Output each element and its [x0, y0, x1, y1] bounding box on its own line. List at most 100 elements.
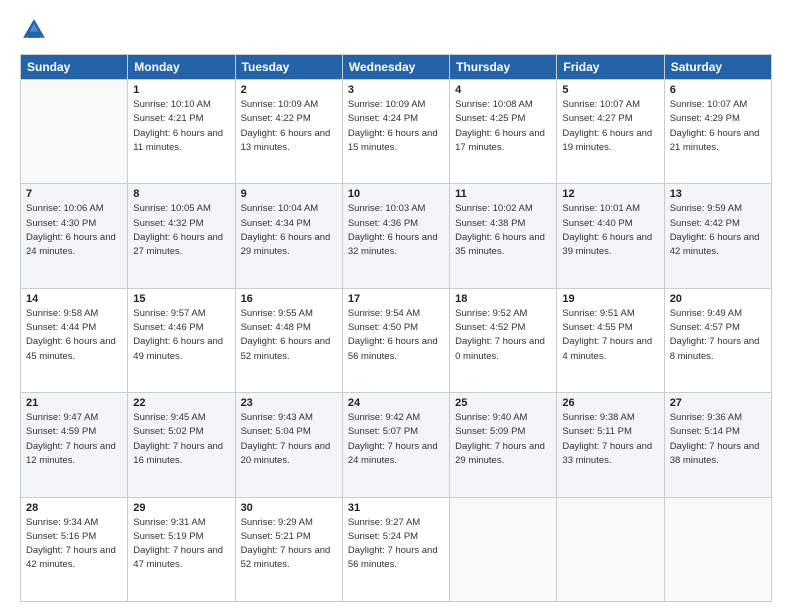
day-number: 15 — [133, 293, 229, 305]
day-info: Sunrise: 10:09 AMSunset: 4:24 PMDaylight… — [348, 98, 444, 155]
day-number: 17 — [348, 293, 444, 305]
calendar-cell: 10 Sunrise: 10:03 AMSunset: 4:36 PMDaylig… — [342, 184, 449, 288]
calendar-cell — [21, 80, 128, 184]
day-info: Sunrise: 10:07 AMSunset: 4:29 PMDaylight… — [670, 98, 766, 155]
day-number: 31 — [348, 502, 444, 514]
calendar-header-sunday: Sunday — [21, 55, 128, 80]
day-number: 2 — [241, 84, 337, 96]
day-info: Sunrise: 10:03 AMSunset: 4:36 PMDaylight… — [348, 202, 444, 259]
calendar-table: SundayMondayTuesdayWednesdayThursdayFrid… — [20, 54, 772, 602]
day-number: 28 — [26, 502, 122, 514]
day-info: Sunrise: 9:38 AMSunset: 5:11 PMDaylight:… — [562, 411, 658, 468]
calendar-cell: 24 Sunrise: 9:42 AMSunset: 5:07 PMDayligh… — [342, 393, 449, 497]
day-info: Sunrise: 9:31 AMSunset: 5:19 PMDaylight:… — [133, 516, 229, 573]
day-number: 26 — [562, 397, 658, 409]
calendar-cell: 30 Sunrise: 9:29 AMSunset: 5:21 PMDayligh… — [235, 497, 342, 601]
day-info: Sunrise: 10:02 AMSunset: 4:38 PMDaylight… — [455, 202, 551, 259]
day-info: Sunrise: 9:57 AMSunset: 4:46 PMDaylight:… — [133, 307, 229, 364]
calendar-cell — [664, 497, 771, 601]
calendar-header-friday: Friday — [557, 55, 664, 80]
calendar-week-row: 7 Sunrise: 10:06 AMSunset: 4:30 PMDayligh… — [21, 184, 772, 288]
day-number: 30 — [241, 502, 337, 514]
calendar-cell: 31 Sunrise: 9:27 AMSunset: 5:24 PMDayligh… — [342, 497, 449, 601]
day-number: 16 — [241, 293, 337, 305]
day-number: 1 — [133, 84, 229, 96]
calendar-cell: 25 Sunrise: 9:40 AMSunset: 5:09 PMDayligh… — [450, 393, 557, 497]
day-info: Sunrise: 10:10 AMSunset: 4:21 PMDaylight… — [133, 98, 229, 155]
day-info: Sunrise: 9:42 AMSunset: 5:07 PMDaylight:… — [348, 411, 444, 468]
calendar-cell: 8Sunrise: 10:05 AMSunset: 4:32 PMDayligh… — [128, 184, 235, 288]
day-info: Sunrise: 9:55 AMSunset: 4:48 PMDaylight:… — [241, 307, 337, 364]
calendar-week-row: 1 Sunrise: 10:10 AMSunset: 4:21 PMDayligh… — [21, 80, 772, 184]
calendar-cell: 14 Sunrise: 9:58 AMSunset: 4:44 PMDayligh… — [21, 288, 128, 392]
calendar-cell: 9 Sunrise: 10:04 AMSunset: 4:34 PMDayligh… — [235, 184, 342, 288]
day-number: 12 — [562, 188, 658, 200]
day-info: Sunrise: 9:52 AMSunset: 4:52 PMDaylight:… — [455, 307, 551, 364]
day-info: Sunrise: 9:40 AMSunset: 5:09 PMDaylight:… — [455, 411, 551, 468]
day-number: 6 — [670, 84, 766, 96]
day-number: 5 — [562, 84, 658, 96]
day-info: Sunrise: 10:06 AMSunset: 4:30 PMDaylight… — [26, 202, 122, 259]
day-number: 10 — [348, 188, 444, 200]
day-info: Sunrise: 9:29 AMSunset: 5:21 PMDaylight:… — [241, 516, 337, 573]
calendar-cell: 13Sunrise: 9:59 AMSunset: 4:42 PMDayligh… — [664, 184, 771, 288]
day-number: 29 — [133, 502, 229, 514]
day-number: 20 — [670, 293, 766, 305]
day-info: Sunrise: 10:01 AMSunset: 4:40 PMDaylight… — [562, 202, 658, 259]
calendar-cell: 12 Sunrise: 10:01 AMSunset: 4:40 PMDaylig… — [557, 184, 664, 288]
day-number: 25 — [455, 397, 551, 409]
day-info: Sunrise: 9:54 AMSunset: 4:50 PMDaylight:… — [348, 307, 444, 364]
calendar-cell: 11 Sunrise: 10:02 AMSunset: 4:38 PMDaylig… — [450, 184, 557, 288]
calendar-cell: 19Sunrise: 9:51 AMSunset: 4:55 PMDayligh… — [557, 288, 664, 392]
calendar-header-tuesday: Tuesday — [235, 55, 342, 80]
calendar-cell: 15 Sunrise: 9:57 AMSunset: 4:46 PMDayligh… — [128, 288, 235, 392]
header — [20, 16, 772, 44]
day-number: 3 — [348, 84, 444, 96]
logo-icon — [20, 16, 48, 44]
calendar-cell: 28 Sunrise: 9:34 AMSunset: 5:16 PMDayligh… — [21, 497, 128, 601]
calendar-cell: 5 Sunrise: 10:07 AMSunset: 4:27 PMDayligh… — [557, 80, 664, 184]
calendar-cell: 26 Sunrise: 9:38 AMSunset: 5:11 PMDayligh… — [557, 393, 664, 497]
calendar-cell: 18 Sunrise: 9:52 AMSunset: 4:52 PMDayligh… — [450, 288, 557, 392]
calendar-cell: 3 Sunrise: 10:09 AMSunset: 4:24 PMDayligh… — [342, 80, 449, 184]
calendar-header-wednesday: Wednesday — [342, 55, 449, 80]
day-info: Sunrise: 9:58 AMSunset: 4:44 PMDaylight:… — [26, 307, 122, 364]
calendar-cell: 20Sunrise: 9:49 AMSunset: 4:57 PMDayligh… — [664, 288, 771, 392]
calendar-week-row: 28 Sunrise: 9:34 AMSunset: 5:16 PMDayligh… — [21, 497, 772, 601]
day-info: Sunrise: 9:27 AMSunset: 5:24 PMDaylight:… — [348, 516, 444, 573]
day-number: 9 — [241, 188, 337, 200]
day-number: 14 — [26, 293, 122, 305]
calendar-cell: 17 Sunrise: 9:54 AMSunset: 4:50 PMDayligh… — [342, 288, 449, 392]
calendar-cell: 2 Sunrise: 10:09 AMSunset: 4:22 PMDayligh… — [235, 80, 342, 184]
calendar-week-row: 14 Sunrise: 9:58 AMSunset: 4:44 PMDayligh… — [21, 288, 772, 392]
day-number: 11 — [455, 188, 551, 200]
calendar-header-monday: Monday — [128, 55, 235, 80]
day-info: Sunrise: 9:43 AMSunset: 5:04 PMDaylight:… — [241, 411, 337, 468]
calendar-cell: 16 Sunrise: 9:55 AMSunset: 4:48 PMDayligh… — [235, 288, 342, 392]
day-number: 27 — [670, 397, 766, 409]
day-info: Sunrise: 10:08 AMSunset: 4:25 PMDaylight… — [455, 98, 551, 155]
calendar-cell: 22Sunrise: 9:45 AMSunset: 5:02 PMDayligh… — [128, 393, 235, 497]
day-number: 22 — [133, 397, 229, 409]
day-number: 7 — [26, 188, 122, 200]
day-number: 24 — [348, 397, 444, 409]
day-number: 18 — [455, 293, 551, 305]
day-info: Sunrise: 9:34 AMSunset: 5:16 PMDaylight:… — [26, 516, 122, 573]
calendar-cell — [557, 497, 664, 601]
day-info: Sunrise: 10:09 AMSunset: 4:22 PMDaylight… — [241, 98, 337, 155]
day-info: Sunrise: 9:47 AMSunset: 4:59 PMDaylight:… — [26, 411, 122, 468]
day-info: Sunrise: 9:51 AMSunset: 4:55 PMDaylight:… — [562, 307, 658, 364]
calendar-cell: 4 Sunrise: 10:08 AMSunset: 4:25 PMDayligh… — [450, 80, 557, 184]
day-number: 13 — [670, 188, 766, 200]
day-info: Sunrise: 10:07 AMSunset: 4:27 PMDaylight… — [562, 98, 658, 155]
calendar-header-row: SundayMondayTuesdayWednesdayThursdayFrid… — [21, 55, 772, 80]
calendar-cell: 6 Sunrise: 10:07 AMSunset: 4:29 PMDayligh… — [664, 80, 771, 184]
calendar-week-row: 21 Sunrise: 9:47 AMSunset: 4:59 PMDayligh… — [21, 393, 772, 497]
day-number: 4 — [455, 84, 551, 96]
day-number: 21 — [26, 397, 122, 409]
day-info: Sunrise: 10:04 AMSunset: 4:34 PMDaylight… — [241, 202, 337, 259]
day-info: Sunrise: 9:36 AMSunset: 5:14 PMDaylight:… — [670, 411, 766, 468]
calendar-header-thursday: Thursday — [450, 55, 557, 80]
logo — [20, 16, 52, 44]
calendar-cell: 27 Sunrise: 9:36 AMSunset: 5:14 PMDayligh… — [664, 393, 771, 497]
